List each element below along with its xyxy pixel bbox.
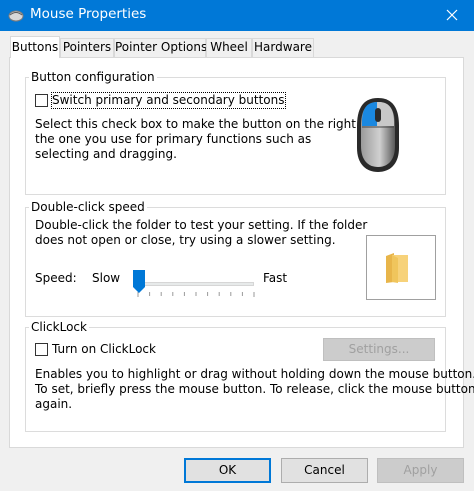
speed-slider-track[interactable] [136, 282, 254, 286]
mouse-icon [357, 98, 399, 172]
tab-wheel[interactable]: Wheel [206, 38, 252, 57]
folder-icon[interactable] [384, 252, 410, 284]
switch-buttons-label[interactable]: Switch primary and secondary buttons [51, 92, 286, 109]
switch-buttons-checkbox[interactable] [35, 94, 48, 107]
speed-label: Speed: [35, 271, 77, 285]
title-bar: Mouse Properties [0, 0, 474, 31]
clicklock-legend: ClickLock [29, 320, 89, 334]
clicklock-checkbox[interactable] [35, 343, 48, 356]
clicklock-label[interactable]: Turn on ClickLock [52, 342, 156, 357]
mouse-app-icon [8, 10, 24, 22]
clicklock-desc-line3: again. [35, 397, 73, 411]
double-click-desc-line1: Double-click the folder to test your set… [35, 218, 368, 232]
fast-label: Fast [263, 271, 288, 285]
clicklock-desc-line2: To set, briefly press the mouse button. … [35, 382, 474, 396]
double-click-desc-line2: does not open or close, try using a slow… [35, 233, 336, 247]
ok-button[interactable]: OK [184, 458, 271, 483]
button-configuration-legend: Button configuration [29, 70, 157, 84]
button-config-desc-line2: the one you use for primary functions su… [35, 132, 312, 146]
slow-label: Slow [92, 271, 121, 285]
speed-slider-thumb[interactable] [133, 270, 145, 293]
test-folder-box[interactable] [366, 235, 436, 300]
speed-slider-ticks [137, 292, 255, 297]
tab-pointer-options[interactable]: Pointer Options [114, 38, 207, 57]
window-title: Mouse Properties [30, 6, 147, 22]
apply-button[interactable]: Apply [377, 458, 464, 483]
double-click-legend: Double-click speed [29, 200, 147, 214]
cancel-button[interactable]: Cancel [281, 458, 368, 483]
clicklock-desc-line1: Enables you to highlight or drag without… [35, 367, 474, 381]
tab-buttons[interactable]: Buttons [10, 36, 60, 58]
close-icon[interactable] [430, 0, 474, 31]
tab-pointers[interactable]: Pointers [60, 38, 114, 57]
button-config-desc-line3: selecting and dragging. [35, 147, 177, 161]
button-config-desc-line1: Select this check box to make the button… [35, 117, 356, 131]
clicklock-settings-button[interactable]: Settings... [323, 338, 435, 361]
tab-hardware[interactable]: Hardware [252, 38, 314, 57]
